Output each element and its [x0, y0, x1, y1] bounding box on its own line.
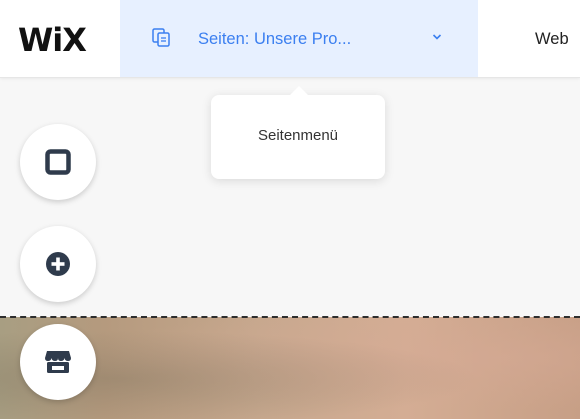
section-divider: [0, 316, 580, 318]
store-icon: [45, 351, 71, 373]
website-menu-label[interactable]: Web: [535, 30, 569, 49]
top-bar: WiX Seiten: Unsere Pro... Web: [0, 0, 580, 78]
add-section-button[interactable]: [20, 124, 96, 200]
pages-menu-tooltip: Seitenmenü: [211, 86, 385, 179]
chevron-down-icon: [432, 34, 442, 40]
store-button[interactable]: [20, 324, 96, 400]
pages-dropdown[interactable]: Seiten: Unsere Pro...: [120, 0, 478, 77]
pages-dropdown-label: Seiten: Unsere Pro...: [198, 30, 352, 48]
plus-circle-icon: [46, 252, 70, 276]
add-element-button[interactable]: [20, 226, 96, 302]
square-icon: [45, 149, 71, 175]
tooltip-text: Seitenmenü: [257, 127, 339, 144]
wix-logo[interactable]: WiX: [18, 20, 87, 60]
pages-icon: [152, 28, 170, 47]
